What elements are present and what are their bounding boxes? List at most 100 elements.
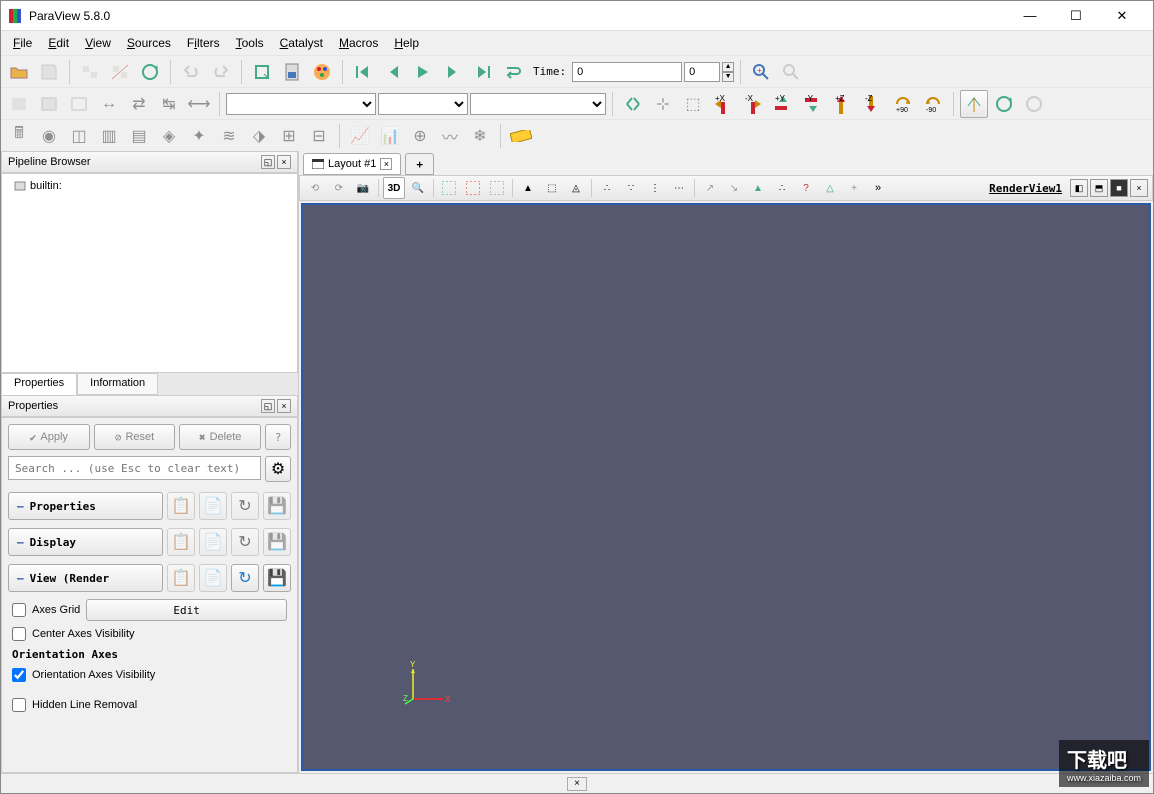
select-block-icon[interactable] [486,177,508,199]
pipeline-root-item[interactable]: builtin: [6,178,293,194]
hover-cells-icon[interactable]: ⋯ [668,177,690,199]
minimize-button[interactable]: — [1007,1,1053,31]
statusbar-close-icon[interactable]: × [567,777,587,791]
view-copy-icon[interactable]: 📋 [167,564,195,592]
frustum-select-icon[interactable]: ⬚ [541,177,563,199]
zoom-icon[interactable]: 🔍 [407,177,429,199]
restore-icon[interactable]: ↻ [231,492,259,520]
group-icon[interactable]: ⊞ [275,122,303,150]
pick-center-icon[interactable] [960,90,988,118]
close-view-icon[interactable]: × [1130,179,1148,197]
slice-icon[interactable]: ▥ [95,122,123,150]
temporal-icon[interactable]: ❄ [466,122,494,150]
stream-icon[interactable]: ≋ [215,122,243,150]
temporal-range-icon[interactable]: ↹ [155,90,183,118]
range-icon[interactable]: ↔ [95,90,123,118]
rotate-plus-90-icon[interactable]: +90 [889,90,917,118]
menu-help[interactable]: Help [386,33,427,53]
view-restore-icon[interactable]: ↻ [231,564,259,592]
center-axes-checkbox[interactable] [12,627,26,641]
select-visible-icon[interactable]: ◬ [565,177,587,199]
split-v-icon[interactable]: ⬒ [1090,179,1108,197]
menu-file[interactable]: File [5,33,40,53]
clear-selection-icon[interactable]: ▲ [747,177,769,199]
plot-over-line-icon[interactable]: 📈 [346,122,374,150]
shrink-selection-icon[interactable]: ↘ [723,177,745,199]
select-help-icon[interactable]: ? [795,177,817,199]
axes-grid-edit-button[interactable]: Edit [86,599,287,621]
interactive-select-cells-icon[interactable]: ∵ [620,177,642,199]
help-button[interactable]: ? [265,424,291,450]
grow-selection-icon[interactable]: ↗ [699,177,721,199]
reset-button[interactable]: ⊘ Reset [94,424,176,450]
section-properties[interactable]: Properties [8,492,163,520]
pipeline-tree[interactable]: builtin: [1,173,298,373]
zoom-fit-icon[interactable]: + [747,58,775,86]
first-frame-icon[interactable] [349,58,377,86]
color-by-select[interactable] [226,93,376,115]
copy-icon[interactable]: 📋 [167,492,195,520]
menu-catalyst[interactable]: Catalyst [272,33,331,53]
load-state-icon[interactable] [278,58,306,86]
representation-select[interactable] [470,93,606,115]
loop-icon[interactable] [499,58,527,86]
redo-icon[interactable] [207,58,235,86]
maximize-view-icon[interactable]: ■ [1110,179,1128,197]
extract-level-icon[interactable]: ⊟ [305,122,333,150]
disconnect-icon[interactable] [106,58,134,86]
undo-icon[interactable] [177,58,205,86]
add-layout-button[interactable]: + [405,153,434,175]
probe-icon[interactable]: ⊕ [406,122,434,150]
tab-information[interactable]: Information [77,373,158,395]
box-select-icon[interactable] [248,58,276,86]
pipeline-dock-icon[interactable]: ◱ [261,155,275,169]
minus-y-icon[interactable]: -Y [799,90,827,118]
delete-button[interactable]: ✖ Delete [179,424,261,450]
time-step-input[interactable] [684,62,720,82]
menu-macros[interactable]: Macros [331,33,386,53]
display-save-icon[interactable]: 💾 [263,528,291,556]
add-selection-icon[interactable]: + [843,177,865,199]
clip-icon[interactable]: ◫ [65,122,93,150]
display-copy-icon[interactable]: 📋 [167,528,195,556]
save-icon[interactable] [35,58,63,86]
tab-properties[interactable]: Properties [1,373,77,395]
reload-icon[interactable] [136,58,164,86]
surface-edges-icon[interactable] [35,90,63,118]
forward-icon[interactable]: ⟳ [328,177,350,199]
axes-grid-checkbox[interactable] [12,603,26,617]
save-defaults-icon[interactable]: 💾 [263,492,291,520]
surface-icon[interactable] [5,90,33,118]
pipeline-close-icon[interactable]: × [277,155,291,169]
select-cells-icon[interactable] [462,177,484,199]
toggle-selection-icon[interactable]: △ [819,177,841,199]
calculator-icon[interactable]: 🖩 [5,122,33,150]
settings-icon[interactable]: ⚙ [265,456,291,482]
threshold-icon[interactable]: ▤ [125,122,153,150]
minus-x-icon[interactable]: -X [739,90,767,118]
3d-mode-button[interactable]: 3D [383,177,405,199]
camera-icon[interactable]: 📷 [352,177,374,199]
step-up-icon[interactable]: ▲ [722,62,734,72]
last-frame-icon[interactable] [469,58,497,86]
rotate-minus-90-icon[interactable]: -90 [919,90,947,118]
close-button[interactable]: ✕ [1099,1,1145,31]
interactive-select-points-icon[interactable]: ∴ [596,177,618,199]
properties-search-input[interactable] [8,456,261,480]
warp-icon[interactable]: ⬗ [245,122,273,150]
select-points-icon[interactable] [438,177,460,199]
polygon-select-icon[interactable]: ▲ [517,177,539,199]
display-paste-icon[interactable]: 📄 [199,528,227,556]
contour-icon[interactable]: ◉ [35,122,63,150]
zoom-box-icon[interactable]: ⬚ [679,90,707,118]
ruler-icon[interactable] [507,122,535,150]
plot-selection-icon[interactable]: 〰 [436,122,464,150]
wireframe-icon[interactable] [65,90,93,118]
back-icon[interactable]: ⟲ [304,177,326,199]
extract-icon[interactable]: ◈ [155,122,183,150]
play-icon[interactable] [409,58,437,86]
more-icon[interactable]: » [875,182,881,194]
apply-button[interactable]: ✔ Apply [8,424,90,450]
hover-points-icon[interactable]: ⋮ [644,177,666,199]
reset-center-icon[interactable] [990,90,1018,118]
